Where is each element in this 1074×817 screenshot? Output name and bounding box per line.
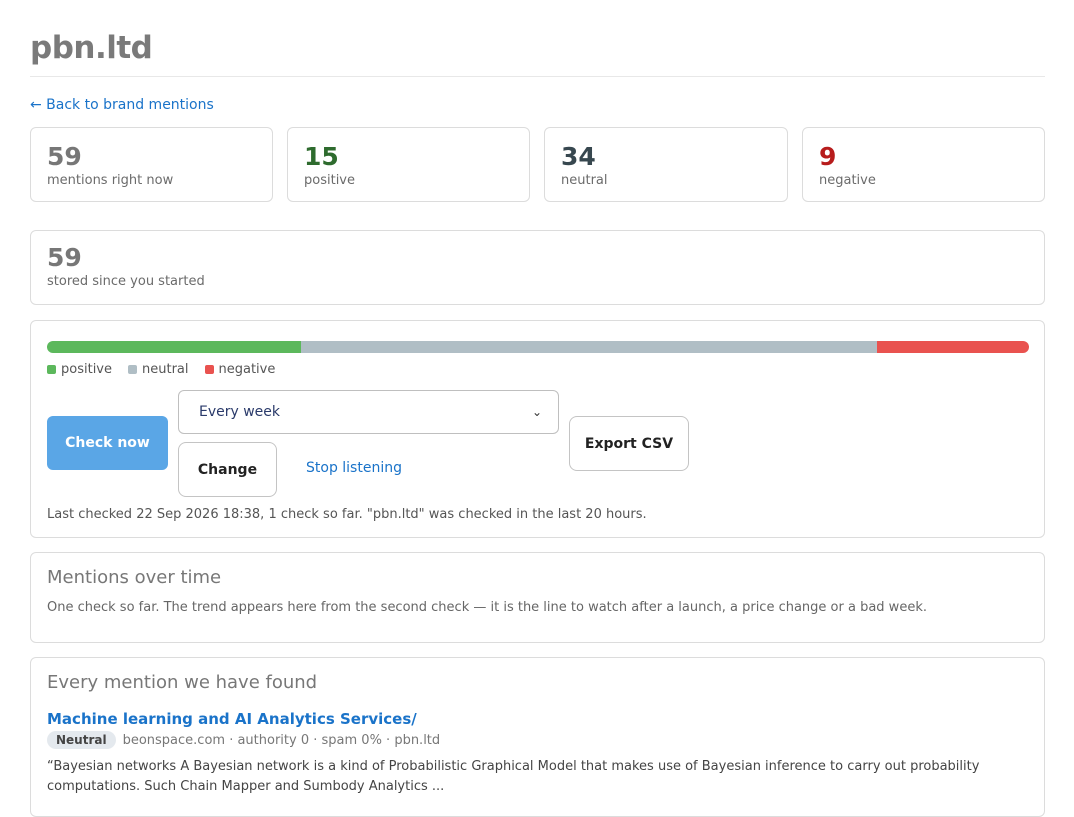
export-csv-button[interactable]: Export CSV (569, 416, 689, 471)
sentiment-bar-negative (876, 341, 1029, 353)
stat-negative-label: negative (819, 173, 876, 188)
sentiment-bar (47, 341, 1029, 353)
sentiment-badge: Neutral (47, 731, 116, 749)
back-to-brand-mentions-link[interactable]: ← Back to brand mentions (30, 97, 214, 113)
legend-positive-swatch (47, 365, 56, 374)
legend-negative-label: negative (218, 362, 276, 377)
legend-negative-swatch (204, 365, 214, 374)
sentiment-bar-positive (47, 341, 301, 353)
mentions-list-title: Every mention we have found (47, 672, 318, 693)
frequency-selected-value: Every week (199, 404, 281, 420)
legend-neutral-label: neutral (142, 362, 189, 377)
page-title: pbn.ltd (30, 30, 153, 66)
sentiment-legend: positive neutral negative (47, 362, 275, 377)
stat-negative-value: 9 (819, 142, 837, 171)
title-divider (30, 76, 1045, 77)
check-now-button[interactable]: Check now (47, 416, 168, 470)
legend-neutral: neutral (128, 362, 189, 377)
legend-negative: negative (204, 362, 276, 377)
stat-positive-value: 15 (304, 142, 339, 171)
sentiment-bar-neutral (300, 341, 877, 353)
legend-neutral-swatch (128, 365, 137, 374)
stat-mentions-label: mentions right now (47, 173, 174, 188)
frequency-select[interactable]: Every week ⌄ (178, 390, 559, 434)
stop-listening-link[interactable]: Stop listening (306, 460, 402, 476)
stat-positive-label: positive (304, 173, 355, 188)
chevron-down-icon: ⌄ (531, 405, 542, 419)
stored-card: 59 stored since you started (30, 230, 1045, 305)
mention-snippet: “Bayesian networks A Bayesian network is… (47, 759, 980, 794)
mentions-list-card: Every mention we have found Machine lear… (30, 657, 1045, 817)
change-frequency-button[interactable]: Change (178, 442, 277, 497)
stat-card-positive: 15 positive (287, 127, 530, 202)
legend-positive: positive (47, 362, 112, 377)
stat-mentions-value: 59 (47, 142, 82, 171)
monitor-controls-card: positive neutral negative Check now Ever… (30, 320, 1045, 538)
stat-card-neutral: 34 neutral (544, 127, 788, 202)
mentions-over-time-card: Mentions over time One check so far. The… (30, 552, 1045, 643)
mention-title-link[interactable]: Machine learning and AI Analytics Servic… (47, 710, 417, 728)
stat-neutral-label: neutral (561, 173, 608, 188)
mention-meta: Neutral beonspace.com · authority 0 · sp… (47, 731, 440, 749)
stat-card-mentions: 59 mentions right now (30, 127, 273, 202)
stat-card-negative: 9 negative (802, 127, 1045, 202)
stat-neutral-value: 34 (561, 142, 596, 171)
mention-source-meta: beonspace.com · authority 0 · spam 0% · … (122, 732, 441, 748)
last-checked-text: Last checked 22 Sep 2026 18:38, 1 check … (47, 507, 647, 522)
stored-label: stored since you started (47, 274, 205, 289)
mentions-over-time-description: One check so far. The trend appears here… (47, 600, 927, 615)
legend-positive-label: positive (61, 362, 112, 377)
stored-value: 59 (47, 243, 82, 272)
mentions-over-time-title: Mentions over time (47, 567, 222, 588)
